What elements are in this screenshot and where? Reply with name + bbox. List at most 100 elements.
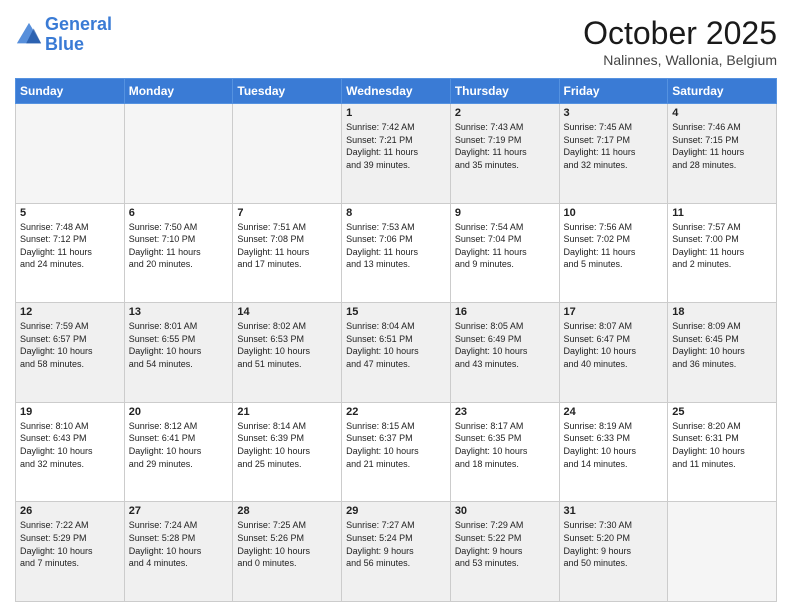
day-info: Sunrise: 7:46 AM Sunset: 7:15 PM Dayligh… xyxy=(672,121,772,171)
calendar-cell xyxy=(233,104,342,204)
calendar-header-row: SundayMondayTuesdayWednesdayThursdayFrid… xyxy=(16,79,777,104)
calendar-cell: 12 Sunrise: 7:59 AM Sunset: 6:57 PM Dayli… xyxy=(16,303,125,403)
calendar-day-header: Monday xyxy=(124,79,233,104)
calendar-cell: 6Sunrise: 7:50 AM Sunset: 7:10 PM Daylig… xyxy=(124,203,233,303)
calendar-cell: 9Sunrise: 7:54 AM Sunset: 7:04 PM Daylig… xyxy=(450,203,559,303)
calendar-cell: 21 Sunrise: 8:14 AM Sunset: 6:39 PM Dayli… xyxy=(233,402,342,502)
calendar-day-header: Friday xyxy=(559,79,668,104)
calendar-cell: 15 Sunrise: 8:04 AM Sunset: 6:51 PM Dayli… xyxy=(342,303,451,403)
calendar-cell: 1 Sunrise: 7:42 AM Sunset: 7:21 PM Daylig… xyxy=(342,104,451,204)
day-number: 10 xyxy=(564,207,664,219)
day-number: 5 xyxy=(20,207,120,219)
day-info: Sunrise: 8:20 AM Sunset: 6:31 PM Dayligh… xyxy=(672,420,772,470)
calendar-week-row: 1 Sunrise: 7:42 AM Sunset: 7:21 PM Daylig… xyxy=(16,104,777,204)
day-number: 8 xyxy=(346,207,446,219)
logo-line2: Blue xyxy=(45,34,84,54)
calendar-cell: 31 Sunrise: 7:30 AM Sunset: 5:20 PM Dayli… xyxy=(559,502,668,602)
day-info: Sunrise: 7:22 AM Sunset: 5:29 PM Dayligh… xyxy=(20,519,120,569)
day-number: 6 xyxy=(129,207,229,219)
logo-icon xyxy=(15,21,43,49)
day-info: Sunrise: 7:45 AM Sunset: 7:17 PM Dayligh… xyxy=(564,121,664,171)
day-info: Sunrise: 8:17 AM Sunset: 6:35 PM Dayligh… xyxy=(455,420,555,470)
day-info: Sunrise: 7:42 AM Sunset: 7:21 PM Dayligh… xyxy=(346,121,446,171)
logo: General Blue xyxy=(15,15,112,55)
calendar-cell: 16Sunrise: 8:05 AM Sunset: 6:49 PM Dayli… xyxy=(450,303,559,403)
day-info: Sunrise: 7:27 AM Sunset: 5:24 PM Dayligh… xyxy=(346,519,446,569)
calendar-cell: 8 Sunrise: 7:53 AM Sunset: 7:06 PM Daylig… xyxy=(342,203,451,303)
day-info: Sunrise: 7:25 AM Sunset: 5:26 PM Dayligh… xyxy=(237,519,337,569)
day-info: Sunrise: 7:24 AM Sunset: 5:28 PM Dayligh… xyxy=(129,519,229,569)
day-number: 2 xyxy=(455,107,555,119)
day-info: Sunrise: 8:02 AM Sunset: 6:53 PM Dayligh… xyxy=(237,320,337,370)
page: General Blue October 2025 Nalinnes, Wall… xyxy=(0,0,792,612)
day-number: 31 xyxy=(564,505,664,517)
day-number: 22 xyxy=(346,406,446,418)
calendar-day-header: Wednesday xyxy=(342,79,451,104)
day-number: 17 xyxy=(564,306,664,318)
day-info: Sunrise: 8:07 AM Sunset: 6:47 PM Dayligh… xyxy=(564,320,664,370)
day-number: 12 xyxy=(20,306,120,318)
day-info: Sunrise: 8:01 AM Sunset: 6:55 PM Dayligh… xyxy=(129,320,229,370)
calendar-cell: 19 Sunrise: 8:10 AM Sunset: 6:43 PM Dayli… xyxy=(16,402,125,502)
calendar-cell xyxy=(124,104,233,204)
calendar-cell: 28 Sunrise: 7:25 AM Sunset: 5:26 PM Dayli… xyxy=(233,502,342,602)
calendar-cell: 5 Sunrise: 7:48 AM Sunset: 7:12 PM Daylig… xyxy=(16,203,125,303)
calendar-cell: 26 Sunrise: 7:22 AM Sunset: 5:29 PM Dayli… xyxy=(16,502,125,602)
calendar-week-row: 19 Sunrise: 8:10 AM Sunset: 6:43 PM Dayli… xyxy=(16,402,777,502)
calendar-cell: 7Sunrise: 7:51 AM Sunset: 7:08 PM Daylig… xyxy=(233,203,342,303)
day-number: 26 xyxy=(20,505,120,517)
header: General Blue October 2025 Nalinnes, Wall… xyxy=(15,15,777,68)
day-number: 15 xyxy=(346,306,446,318)
calendar-day-header: Saturday xyxy=(668,79,777,104)
day-number: 16 xyxy=(455,306,555,318)
calendar-day-header: Tuesday xyxy=(233,79,342,104)
day-number: 3 xyxy=(564,107,664,119)
day-number: 28 xyxy=(237,505,337,517)
day-info: Sunrise: 7:57 AM Sunset: 7:00 PM Dayligh… xyxy=(672,221,772,271)
logo-line1: General xyxy=(45,14,112,34)
day-number: 27 xyxy=(129,505,229,517)
calendar-week-row: 5 Sunrise: 7:48 AM Sunset: 7:12 PM Daylig… xyxy=(16,203,777,303)
calendar-cell: 11 Sunrise: 7:57 AM Sunset: 7:00 PM Dayli… xyxy=(668,203,777,303)
calendar-cell: 2Sunrise: 7:43 AM Sunset: 7:19 PM Daylig… xyxy=(450,104,559,204)
day-info: Sunrise: 8:15 AM Sunset: 6:37 PM Dayligh… xyxy=(346,420,446,470)
day-info: Sunrise: 8:10 AM Sunset: 6:43 PM Dayligh… xyxy=(20,420,120,470)
day-number: 25 xyxy=(672,406,772,418)
calendar-cell: 25 Sunrise: 8:20 AM Sunset: 6:31 PM Dayli… xyxy=(668,402,777,502)
calendar-cell: 13Sunrise: 8:01 AM Sunset: 6:55 PM Dayli… xyxy=(124,303,233,403)
calendar-cell xyxy=(16,104,125,204)
calendar-cell: 3 Sunrise: 7:45 AM Sunset: 7:17 PM Daylig… xyxy=(559,104,668,204)
calendar-day-header: Thursday xyxy=(450,79,559,104)
day-number: 19 xyxy=(20,406,120,418)
day-number: 24 xyxy=(564,406,664,418)
day-number: 20 xyxy=(129,406,229,418)
calendar-cell: 17 Sunrise: 8:07 AM Sunset: 6:47 PM Dayli… xyxy=(559,303,668,403)
day-info: Sunrise: 7:48 AM Sunset: 7:12 PM Dayligh… xyxy=(20,221,120,271)
title-block: October 2025 Nalinnes, Wallonia, Belgium xyxy=(583,15,777,68)
day-info: Sunrise: 7:56 AM Sunset: 7:02 PM Dayligh… xyxy=(564,221,664,271)
day-info: Sunrise: 7:53 AM Sunset: 7:06 PM Dayligh… xyxy=(346,221,446,271)
day-info: Sunrise: 8:04 AM Sunset: 6:51 PM Dayligh… xyxy=(346,320,446,370)
day-info: Sunrise: 7:59 AM Sunset: 6:57 PM Dayligh… xyxy=(20,320,120,370)
calendar-cell: 14Sunrise: 8:02 AM Sunset: 6:53 PM Dayli… xyxy=(233,303,342,403)
day-info: Sunrise: 7:30 AM Sunset: 5:20 PM Dayligh… xyxy=(564,519,664,569)
calendar-cell: 29Sunrise: 7:27 AM Sunset: 5:24 PM Dayli… xyxy=(342,502,451,602)
calendar-cell xyxy=(668,502,777,602)
day-number: 1 xyxy=(346,107,446,119)
day-number: 9 xyxy=(455,207,555,219)
day-info: Sunrise: 7:29 AM Sunset: 5:22 PM Dayligh… xyxy=(455,519,555,569)
day-number: 11 xyxy=(672,207,772,219)
day-number: 4 xyxy=(672,107,772,119)
calendar-cell: 10 Sunrise: 7:56 AM Sunset: 7:02 PM Dayli… xyxy=(559,203,668,303)
day-number: 30 xyxy=(455,505,555,517)
calendar-cell: 27 Sunrise: 7:24 AM Sunset: 5:28 PM Dayli… xyxy=(124,502,233,602)
day-number: 23 xyxy=(455,406,555,418)
day-number: 21 xyxy=(237,406,337,418)
calendar-week-row: 12 Sunrise: 7:59 AM Sunset: 6:57 PM Dayli… xyxy=(16,303,777,403)
day-info: Sunrise: 8:19 AM Sunset: 6:33 PM Dayligh… xyxy=(564,420,664,470)
day-info: Sunrise: 8:12 AM Sunset: 6:41 PM Dayligh… xyxy=(129,420,229,470)
day-info: Sunrise: 8:14 AM Sunset: 6:39 PM Dayligh… xyxy=(237,420,337,470)
calendar-cell: 20 Sunrise: 8:12 AM Sunset: 6:41 PM Dayli… xyxy=(124,402,233,502)
calendar-day-header: Sunday xyxy=(16,79,125,104)
calendar-cell: 4 Sunrise: 7:46 AM Sunset: 7:15 PM Daylig… xyxy=(668,104,777,204)
